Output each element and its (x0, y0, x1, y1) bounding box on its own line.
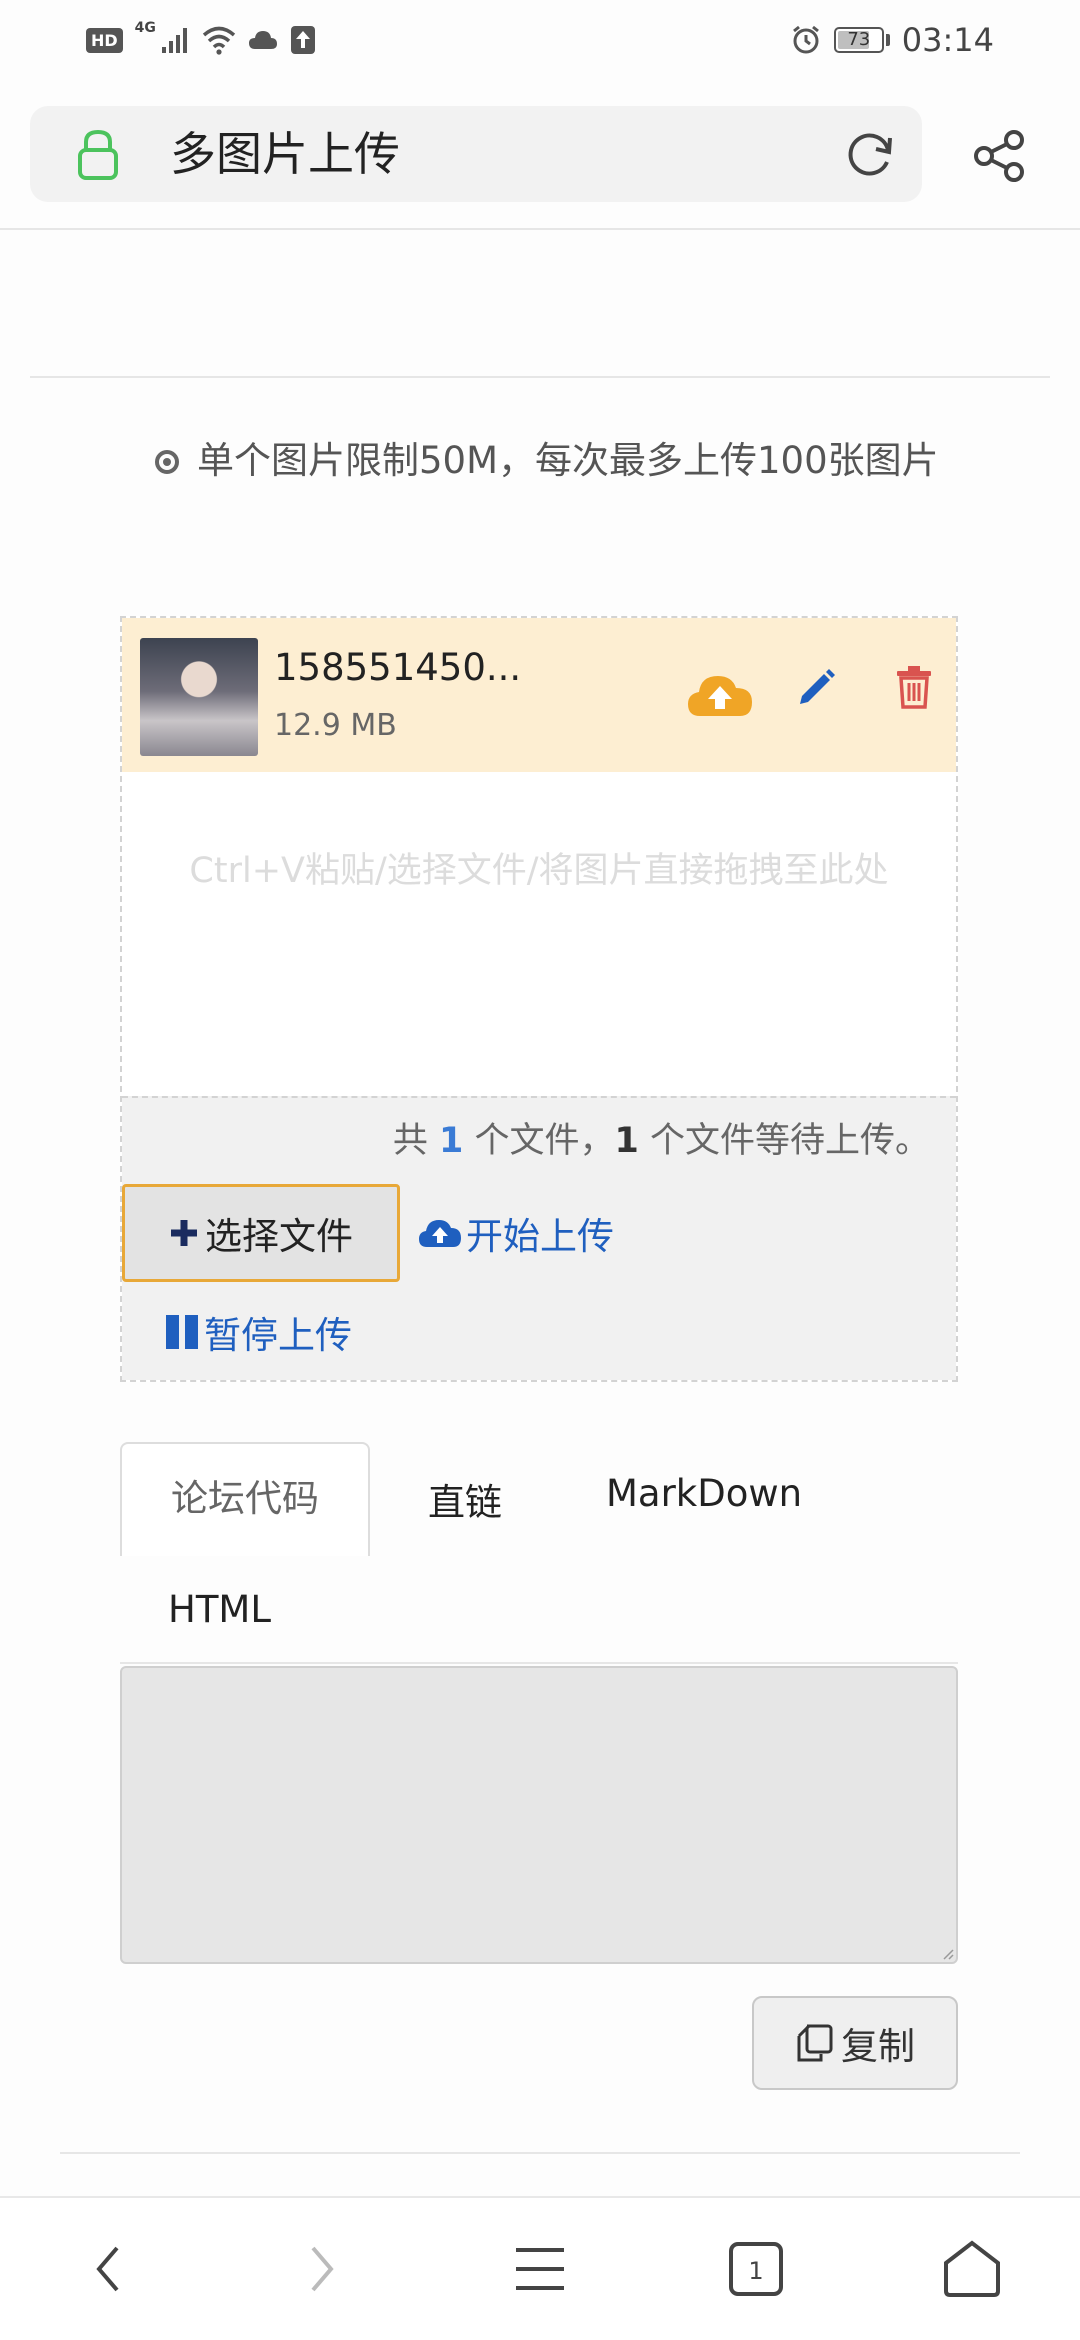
upload-area[interactable]: 158551450... 12.9 MB Ctrl+V粘贴/选择文件/将图片直接… (120, 616, 958, 1382)
back-icon (96, 2246, 119, 2292)
status-prefix: 共 (392, 1121, 428, 1161)
tabs-icon: 1 (729, 2242, 783, 2296)
tabs-button[interactable]: 1 (696, 2198, 816, 2340)
notice-text: 单个图片限制50M，每次最多上传100张图片 (197, 439, 939, 482)
wifi-icon (202, 26, 236, 55)
address-bar[interactable]: 多图片上传 (30, 106, 922, 202)
menu-button[interactable] (480, 2198, 600, 2340)
status-bar: HD 4G 73 03:14 (0, 0, 1080, 84)
upload-status-panel: 共 1 个文件，1 个文件等待上传。 选择文件 开始上传 暂停上传 (122, 1096, 956, 1380)
forward-button[interactable] (262, 2198, 382, 2340)
cloud-icon (248, 31, 277, 49)
file-name: 158551450... (274, 646, 522, 689)
cloud-upload-icon[interactable] (686, 668, 754, 720)
battery-tip (885, 34, 890, 46)
resize-grip-icon[interactable] (940, 1946, 954, 1960)
hd-badge: HD (86, 27, 123, 53)
pause-icon (166, 1315, 198, 1349)
section-divider (30, 376, 1050, 378)
start-upload-button[interactable]: 开始上传 (418, 1184, 614, 1282)
tab-html[interactable]: HTML (168, 1588, 271, 1631)
tab-direct-link[interactable]: 直链 (428, 1472, 502, 1526)
drop-hint: Ctrl+V粘贴/选择文件/将图片直接拖拽至此处 (189, 851, 889, 891)
clock: 03:14 (901, 21, 994, 59)
tab-count: 1 (748, 2257, 763, 2285)
status-suffix: 个文件等待上传。 (649, 1121, 930, 1161)
pencil-icon[interactable] (794, 666, 838, 710)
signal-icon (161, 28, 187, 53)
dot-circle-icon (155, 450, 179, 474)
tab-forum-code[interactable]: 论坛代码 (120, 1442, 370, 1556)
trash-icon[interactable] (894, 664, 934, 710)
file-thumbnail (140, 638, 258, 756)
menu-icon (516, 2248, 564, 2290)
forward-icon (311, 2246, 334, 2292)
network-type: 4G (134, 20, 156, 36)
lock-icon (78, 129, 118, 180)
battery-level: 73 (847, 29, 871, 50)
header-divider (0, 228, 1080, 230)
select-files-button[interactable]: 选择文件 (122, 1184, 400, 1282)
upload-limit-notice: 单个图片限制50M，每次最多上传100张图片 (155, 438, 995, 484)
select-files-label: 选择文件 (205, 1215, 353, 1258)
pause-upload-button[interactable]: 暂停上传 (164, 1282, 352, 1382)
refresh-icon[interactable] (844, 128, 896, 180)
copy-button[interactable]: 复制 (752, 1996, 958, 2090)
page-title: 多图片上传 (170, 127, 400, 181)
cloud-upload-icon (419, 1220, 461, 1247)
battery-icon: 73 (833, 27, 884, 53)
start-upload-label: 开始上传 (466, 1215, 614, 1258)
status-middle: 个文件， (474, 1121, 615, 1161)
file-size: 12.9 MB (274, 708, 397, 743)
file-count-status: 共 1 个文件，1 个文件等待上传。 (393, 1112, 930, 1163)
footer-divider (60, 2152, 1020, 2154)
waiting-count: 1 (614, 1121, 639, 1161)
back-button[interactable] (48, 2198, 168, 2340)
tabs-divider (120, 1662, 958, 1664)
copy-icon (797, 2024, 833, 2062)
alarm-icon (792, 25, 819, 54)
upload-status-icon (290, 26, 315, 54)
home-button[interactable] (912, 2198, 1032, 2340)
home-icon (944, 2240, 1000, 2297)
status-bar-left: HD 4G (86, 18, 316, 62)
bottom-nav: 1 (0, 2196, 1080, 2340)
share-icon[interactable] (972, 128, 1028, 184)
file-item: 158551450... 12.9 MB (122, 618, 956, 772)
total-count: 1 (438, 1121, 464, 1161)
status-bar-right: 73 03:14 (790, 18, 994, 62)
pause-upload-label: 暂停上传 (204, 1314, 352, 1357)
tab-markdown[interactable]: MarkDown (606, 1472, 802, 1515)
code-output-textarea[interactable] (120, 1666, 958, 1964)
copy-label: 复制 (841, 2025, 915, 2068)
plus-icon (171, 1220, 197, 1246)
